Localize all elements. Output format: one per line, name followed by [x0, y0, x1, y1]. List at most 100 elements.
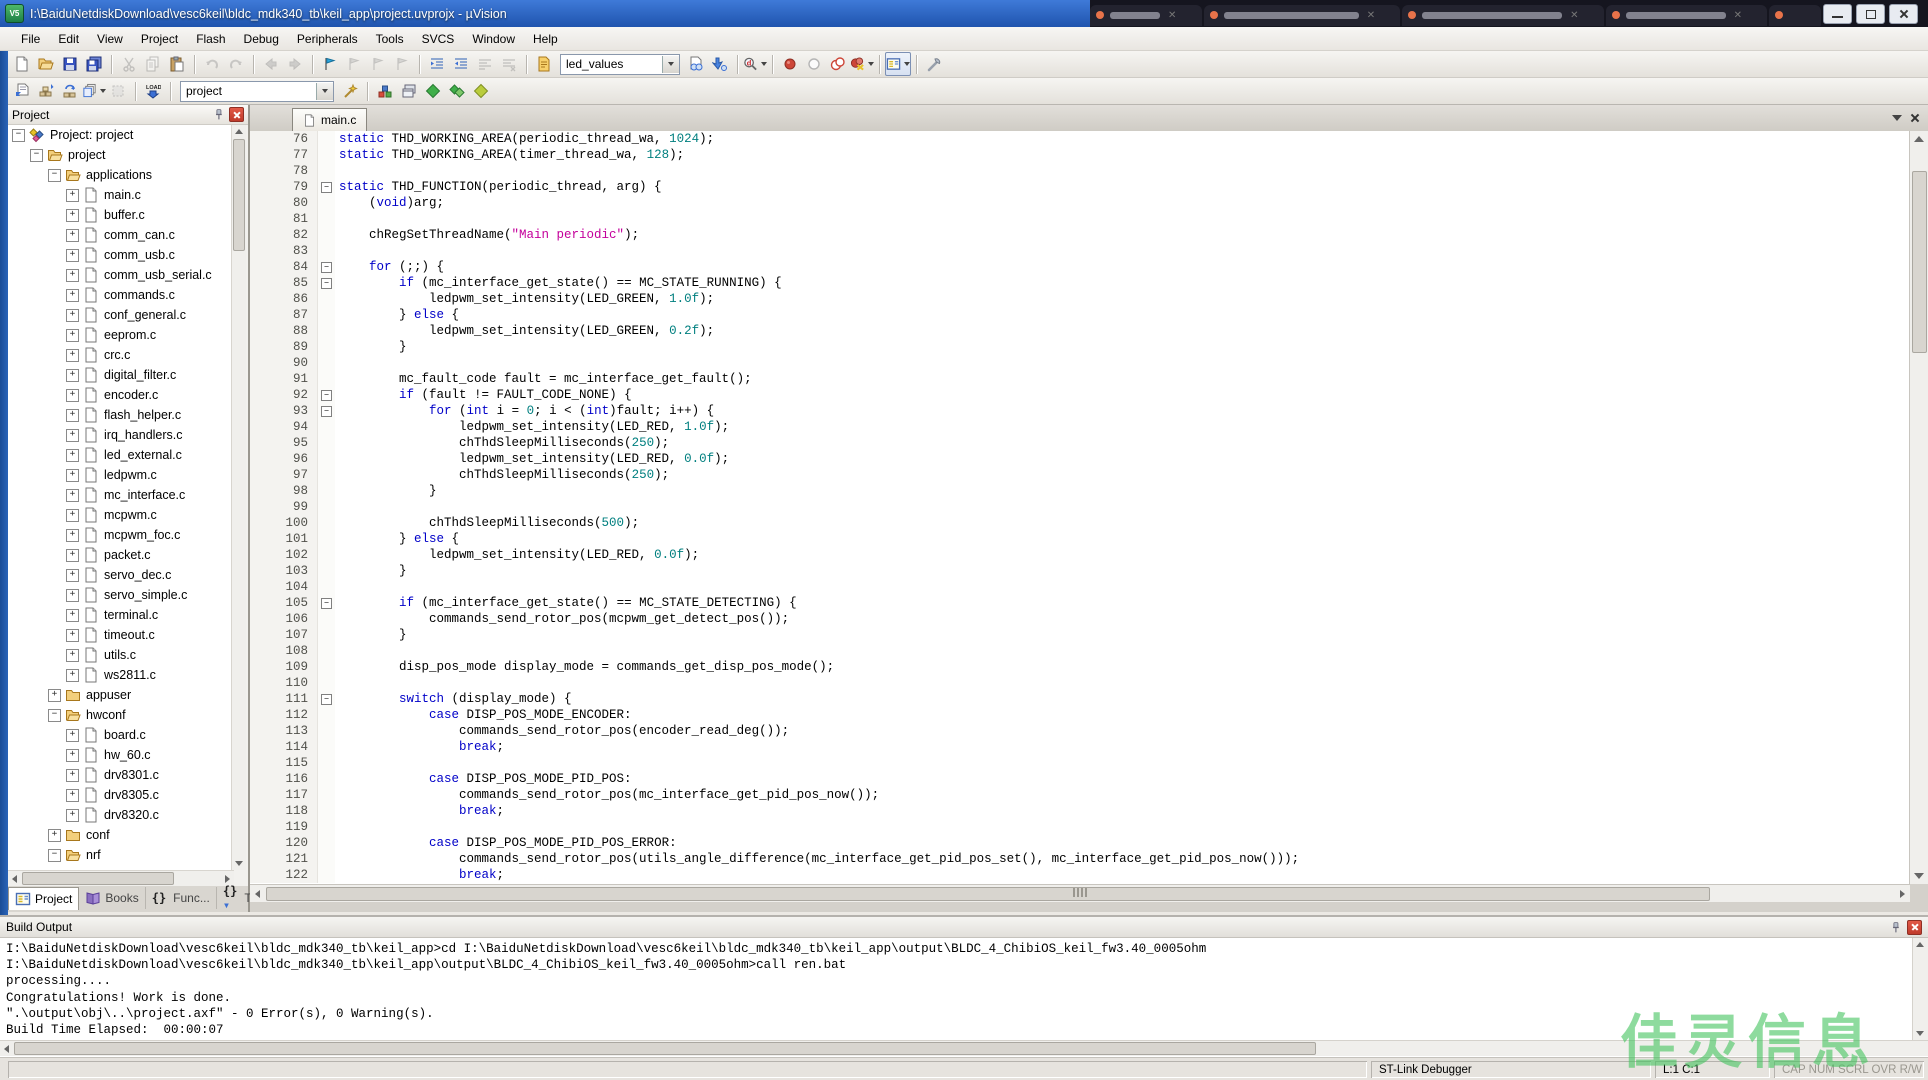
- fold-collapse-icon[interactable]: −: [321, 390, 332, 401]
- tree-item-ws2811-c[interactable]: +ws2811.c: [66, 665, 156, 685]
- batch-build-button[interactable]: [82, 80, 106, 102]
- code-view[interactable]: 76static THD_WORKING_AREA(periodic_threa…: [250, 131, 1910, 884]
- indent-button[interactable]: [425, 53, 449, 75]
- enable-breakpoint-button[interactable]: [802, 53, 826, 75]
- save-button[interactable]: [58, 53, 82, 75]
- select-target-combobox[interactable]: project: [180, 81, 334, 102]
- tree-item-servo-dec-c[interactable]: +servo_dec.c: [66, 565, 171, 585]
- tab-list-dropdown[interactable]: [1892, 115, 1902, 121]
- fold-collapse-icon[interactable]: −: [321, 694, 332, 705]
- file-extensions-button[interactable]: [421, 80, 445, 102]
- menu-peripherals[interactable]: Peripherals: [288, 29, 367, 49]
- paste-button[interactable]: [165, 53, 189, 75]
- restore-button[interactable]: [1856, 4, 1885, 24]
- minimize-button[interactable]: [1823, 4, 1852, 24]
- unindent-button[interactable]: [449, 53, 473, 75]
- project-targets-button[interactable]: [469, 80, 493, 102]
- editor-hscrollbar[interactable]: [250, 884, 1910, 902]
- build-output-hscrollbar[interactable]: [0, 1040, 1928, 1056]
- tree-item-hwconf[interactable]: −hwconf: [48, 705, 126, 725]
- kill-all-breakpoints-button[interactable]: [850, 53, 874, 75]
- tree-item-terminal-c[interactable]: +terminal.c: [66, 605, 158, 625]
- tree-item-appuser[interactable]: +appuser: [48, 685, 131, 705]
- configure-button[interactable]: [922, 53, 946, 75]
- tree-item-buffer-c[interactable]: +buffer.c: [66, 205, 145, 225]
- close-build-output-button[interactable]: [1907, 920, 1922, 935]
- tree-item-packet-c[interactable]: +packet.c: [66, 545, 151, 565]
- tree-item-commands-c[interactable]: +commands.c: [66, 285, 175, 305]
- project-tree-vscrollbar[interactable]: [231, 125, 246, 870]
- tree-item-led-external-c[interactable]: +led_external.c: [66, 445, 182, 465]
- project-tree-hscrollbar[interactable]: [8, 870, 234, 886]
- tree-item-drv8301-c[interactable]: +drv8301.c: [66, 765, 159, 785]
- tree-item-comm-can-c[interactable]: +comm_can.c: [66, 225, 175, 245]
- tree-item-timeout-c[interactable]: +timeout.c: [66, 625, 155, 645]
- menu-project[interactable]: Project: [132, 29, 187, 49]
- tree-item-eeprom-c[interactable]: +eeprom.c: [66, 325, 156, 345]
- tree-item-hw-60-c[interactable]: +hw_60.c: [66, 745, 151, 765]
- tree-item-project-project[interactable]: −Project: project: [12, 125, 133, 145]
- multi-project-workspace-button[interactable]: [445, 80, 469, 102]
- tree-item-project[interactable]: −project: [30, 145, 106, 165]
- new-file-button[interactable]: [10, 53, 34, 75]
- menu-tools[interactable]: Tools: [367, 29, 413, 49]
- menu-view[interactable]: View: [88, 29, 132, 49]
- background-tab[interactable]: ✕: [1204, 5, 1400, 26]
- menu-debug[interactable]: Debug: [235, 29, 288, 49]
- save-all-button[interactable]: [82, 53, 106, 75]
- search-box-combobox[interactable]: led_values: [560, 54, 680, 75]
- close-button[interactable]: [1889, 4, 1918, 24]
- open-file-button[interactable]: [34, 53, 58, 75]
- menu-window[interactable]: Window: [463, 29, 524, 49]
- window-views-button[interactable]: [885, 52, 911, 76]
- close-document-button[interactable]: [1908, 111, 1922, 125]
- tree-item-flash-helper-c[interactable]: +flash_helper.c: [66, 405, 181, 425]
- tree-item-main-c[interactable]: +main.c: [66, 185, 141, 205]
- background-tab[interactable]: ✕: [1606, 5, 1768, 26]
- background-tab[interactable]: [1769, 5, 1821, 26]
- fold-collapse-icon[interactable]: −: [321, 182, 332, 193]
- incremental-find-button[interactable]: [708, 53, 732, 75]
- editor-vscrollbar[interactable]: [1909, 131, 1928, 884]
- toggle-bookmark-button[interactable]: [318, 53, 342, 75]
- disable-all-breakpoints-button[interactable]: [826, 53, 850, 75]
- tree-item-applications[interactable]: −applications: [48, 165, 152, 185]
- download-button[interactable]: [141, 80, 165, 102]
- menu-edit[interactable]: Edit: [49, 29, 88, 49]
- tree-item-utils-c[interactable]: +utils.c: [66, 645, 136, 665]
- tree-item-board-c[interactable]: +board.c: [66, 725, 146, 745]
- find-dropdown-button[interactable]: [743, 53, 767, 75]
- sidebar-tab-books[interactable]: Books: [79, 887, 145, 909]
- options-for-target-button[interactable]: [338, 80, 362, 102]
- fold-collapse-icon[interactable]: −: [321, 278, 332, 289]
- manage-items-button[interactable]: [397, 80, 421, 102]
- tree-item-comm-usb-c[interactable]: +comm_usb.c: [66, 245, 175, 265]
- translate-button[interactable]: [10, 80, 34, 102]
- tree-item-conf-general-c[interactable]: +conf_general.c: [66, 305, 186, 325]
- menu-flash[interactable]: Flash: [187, 29, 234, 49]
- fold-collapse-icon[interactable]: −: [321, 406, 332, 417]
- tree-item-conf[interactable]: +conf: [48, 825, 110, 845]
- sidebar-tab-project[interactable]: Project: [8, 887, 79, 910]
- menu-svcs[interactable]: SVCS: [413, 29, 464, 49]
- background-tab[interactable]: ✕: [1402, 5, 1603, 26]
- tree-item-encoder-c[interactable]: +encoder.c: [66, 385, 158, 405]
- close-panel-button[interactable]: [229, 107, 244, 122]
- insert-breakpoint-button[interactable]: [778, 53, 802, 75]
- tree-item-irq-handlers-c[interactable]: +irq_handlers.c: [66, 425, 183, 445]
- menu-file[interactable]: File: [12, 29, 49, 49]
- manage-rte-button[interactable]: [373, 80, 397, 102]
- build-output-log[interactable]: I:\BaiduNetdiskDownload\vesc6keil\bldc_m…: [0, 938, 1908, 1038]
- sidebar-tab-func[interactable]: {}Func...: [146, 887, 217, 909]
- tree-item-digital-filter-c[interactable]: +digital_filter.c: [66, 365, 176, 385]
- tree-item-servo-simple-c[interactable]: +servo_simple.c: [66, 585, 187, 605]
- pin-icon[interactable]: [1889, 921, 1902, 934]
- fold-collapse-icon[interactable]: −: [321, 598, 332, 609]
- tree-item-nrf[interactable]: −nrf: [48, 845, 101, 865]
- tree-item-mcpwm-foc-c[interactable]: +mcpwm_foc.c: [66, 525, 180, 545]
- pin-icon[interactable]: [212, 108, 225, 121]
- find-in-files-button[interactable]: [684, 53, 708, 75]
- tree-item-comm-usb-serial-c[interactable]: +comm_usb_serial.c: [66, 265, 212, 285]
- tree-item-crc-c[interactable]: +crc.c: [66, 345, 130, 365]
- show-functions-button[interactable]: [532, 53, 556, 75]
